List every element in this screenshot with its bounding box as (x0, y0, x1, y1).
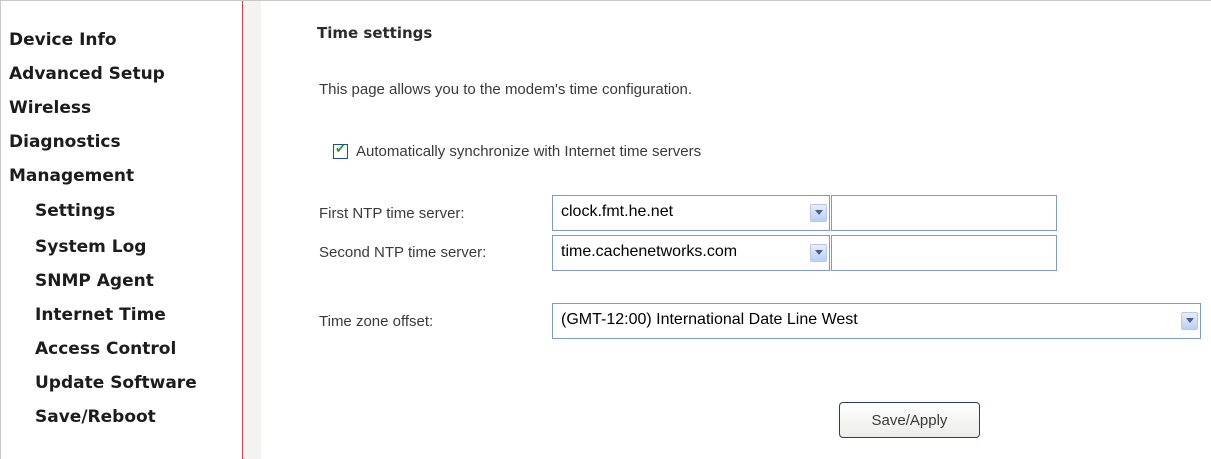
sidebar-divider (245, 1, 261, 459)
sidebar-item-snmp-agent[interactable]: SNMP Agent (35, 271, 154, 291)
first-ntp-selected-value: clock.fmt.he.net (561, 203, 674, 220)
sidebar-item-update-software[interactable]: Update Software (35, 373, 197, 393)
timezone-selected-value: (GMT-12:00) International Date Line West (561, 311, 858, 328)
sidebar-item-wireless[interactable]: Wireless (9, 98, 91, 118)
sidebar-item-settings[interactable]: Settings (35, 201, 115, 221)
first-ntp-other-input[interactable] (831, 195, 1057, 231)
sidebar-nav: Device Info Advanced Setup Wireless Diag… (1, 1, 243, 459)
sidebar-item-diagnostics[interactable]: Diagnostics (9, 132, 121, 152)
second-ntp-label: Second NTP time server: (319, 244, 487, 261)
first-ntp-label: First NTP time server: (319, 205, 465, 222)
page-frame: Device Info Advanced Setup Wireless Diag… (0, 0, 1211, 459)
page-title: Time settings (317, 24, 433, 42)
chevron-down-icon (810, 244, 827, 262)
timezone-label: Time zone offset: (319, 313, 434, 330)
auto-sync-label: Automatically synchronize with Internet … (356, 143, 702, 160)
sidebar-item-access-control[interactable]: Access Control (35, 339, 176, 359)
second-ntp-other-input[interactable] (831, 235, 1057, 271)
second-ntp-selected-value: time.cachenetworks.com (561, 243, 738, 260)
sidebar-item-device-info[interactable]: Device Info (9, 30, 117, 50)
second-ntp-select[interactable]: time.cachenetworks.com (552, 235, 830, 271)
auto-sync-checkbox[interactable] (333, 142, 348, 159)
sidebar-item-internet-time[interactable]: Internet Time (35, 305, 166, 325)
timezone-select[interactable]: (GMT-12:00) International Date Line West (552, 303, 1201, 339)
main-content: Time settings This page allows you to th… (261, 1, 1211, 459)
chevron-down-icon (810, 204, 827, 222)
chevron-down-icon (1181, 312, 1198, 330)
auto-sync-row: Automatically synchronize with Internet … (333, 141, 701, 160)
first-ntp-select[interactable]: clock.fmt.he.net (552, 195, 830, 231)
sidebar-item-system-log[interactable]: System Log (35, 237, 146, 257)
sidebar-item-management[interactable]: Management (9, 166, 134, 186)
save-apply-button[interactable]: Save/Apply (839, 402, 980, 438)
sidebar-item-advanced-setup[interactable]: Advanced Setup (9, 64, 165, 84)
page-description: This page allows you to the modem's time… (319, 81, 693, 98)
sidebar-item-save-reboot[interactable]: Save/Reboot (35, 407, 156, 427)
